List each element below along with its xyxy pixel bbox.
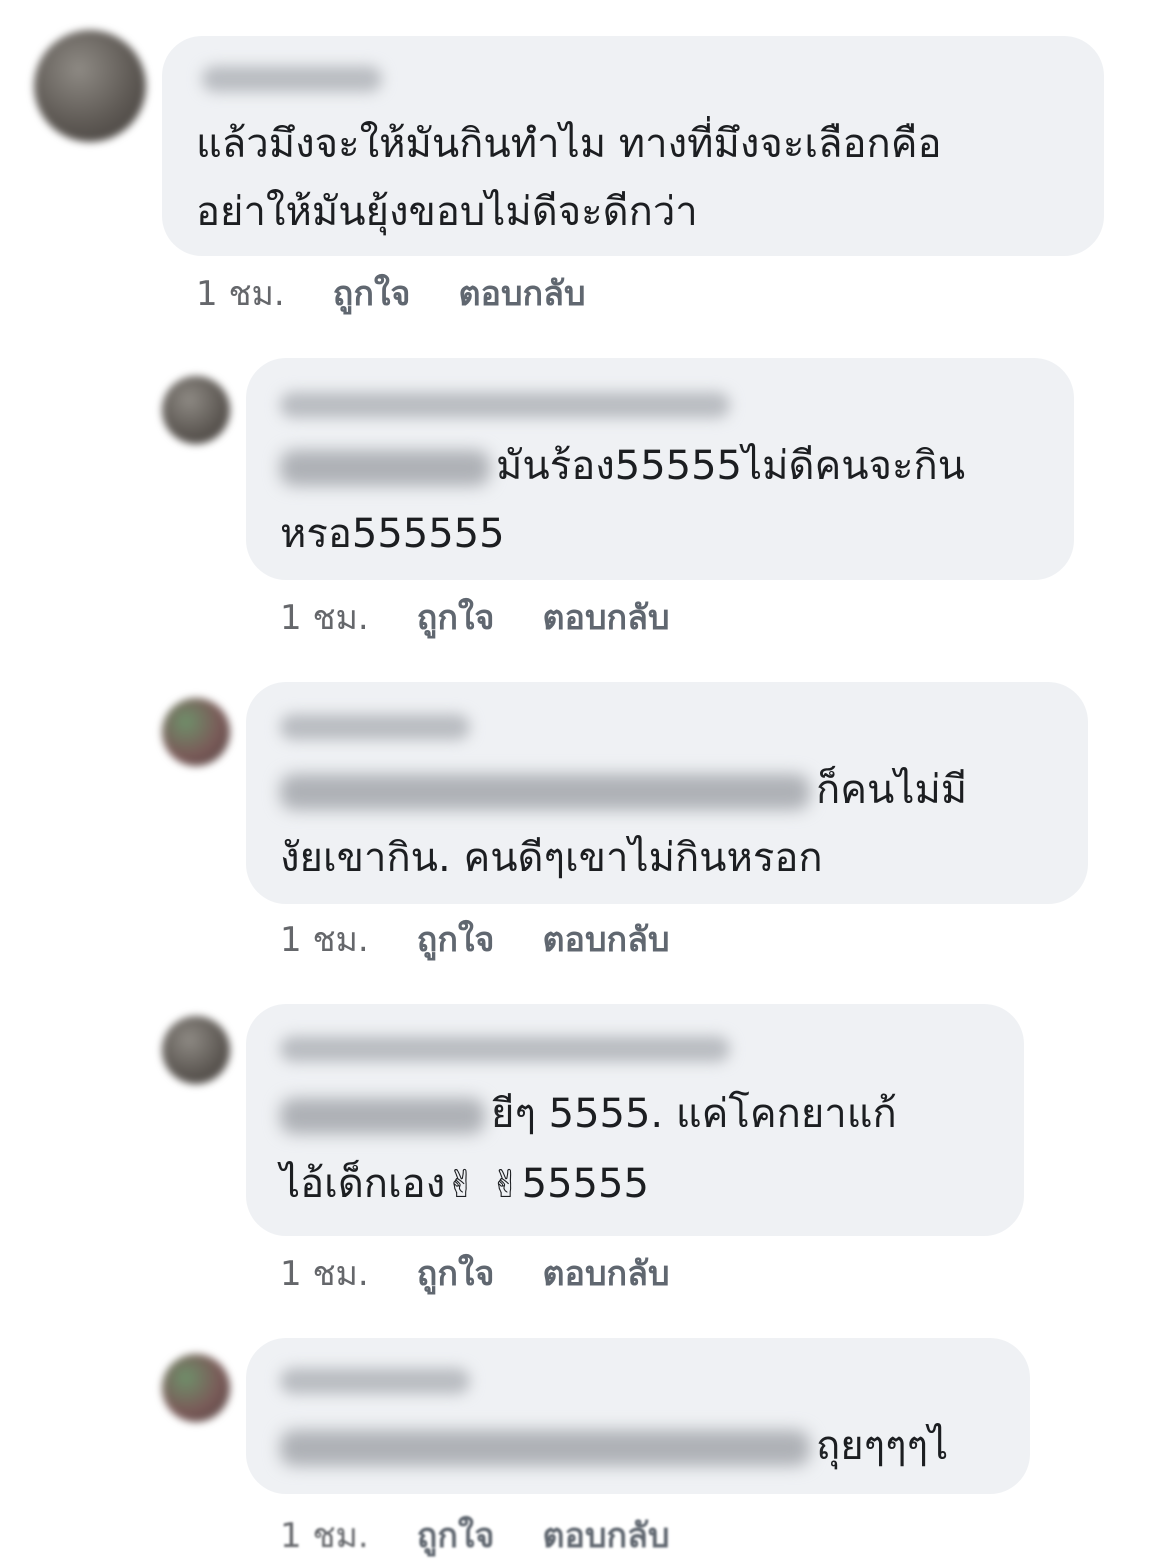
reply-button[interactable]: ตอบกลับ (542, 1246, 669, 1300)
reply-button[interactable]: ตอบกลับ (542, 912, 669, 966)
reply-button[interactable]: ตอบกลับ (542, 590, 669, 644)
comment-text-line: มันร้อง55555ไม่ดีคนจะกิน (280, 432, 965, 500)
comment-bubble: มันร้อง55555ไม่ดีคนจะกิน หรอ555555 (246, 358, 1074, 580)
comment-timestamp[interactable]: 1 ชม. (196, 266, 285, 320)
like-button[interactable]: ถูกใจ (417, 912, 495, 966)
commenter-name-blurred[interactable] (280, 1368, 470, 1394)
commenter-name-blurred[interactable] (280, 392, 730, 418)
comment-meta: 1 ชม. ถูกใจ ตอบกลับ (280, 1508, 718, 1562)
comment-meta: 1 ชม. ถูกใจ ตอบกลับ (280, 1246, 718, 1300)
comment-text: ไอ้เด็กเอง (280, 1161, 446, 1207)
mention-tag-blurred[interactable] (280, 774, 810, 810)
comment-text-line: ก็คนไม่มี (280, 756, 967, 824)
comment-bubble: ยีๆ 5555. แค่โคกยาแก้ ไอ้เด็กเอง✌ ✌55555 (246, 1004, 1024, 1236)
commenter-avatar[interactable] (34, 30, 146, 142)
comment-timestamp[interactable]: 1 ชม. (280, 1508, 369, 1562)
reply-button[interactable]: ตอบกลับ (542, 1508, 669, 1562)
like-button[interactable]: ถูกใจ (417, 590, 495, 644)
comment-text-line: แล้วมึงจะให้มันกินทำไม ทางที่มึงจะเลือกค… (196, 121, 942, 167)
reply-button[interactable]: ตอบกลับ (458, 266, 585, 320)
victory-hand-icon: ✌ (445, 1162, 478, 1206)
comment-text: มันร้อง55555ไม่ดีคนจะกิน (496, 443, 966, 489)
comment-bubble: ถุยๆๆๆไ (246, 1338, 1030, 1494)
commenter-avatar[interactable] (162, 1354, 230, 1422)
mention-tag-blurred[interactable] (280, 450, 490, 486)
comment-text-line: หรอ555555 (280, 511, 505, 557)
comment-text: 55555 (521, 1161, 649, 1207)
like-button[interactable]: ถูกใจ (333, 266, 411, 320)
like-button[interactable]: ถูกใจ (417, 1246, 495, 1300)
comment-meta: 1 ชม. ถูกใจ ตอบกลับ (280, 912, 718, 966)
like-button[interactable]: ถูกใจ (417, 1508, 495, 1562)
mention-tag-blurred[interactable] (280, 1098, 485, 1134)
comment-text: ถุยๆๆๆไ (816, 1423, 949, 1469)
comment-timestamp[interactable]: 1 ชม. (280, 1246, 369, 1300)
commenter-name-blurred[interactable] (280, 714, 470, 740)
commenter-name-blurred[interactable] (202, 66, 382, 92)
comment-text-line: งัยเขากิน. คนดีๆเขาไม่กินหรอก (280, 835, 823, 881)
comment-bubble: แล้วมึงจะให้มันกินทำไม ทางที่มึงจะเลือกค… (162, 36, 1104, 256)
commenter-avatar[interactable] (162, 1016, 230, 1084)
comment-text-line: อย่าให้มันยุ้งขอบไม่ดีจะดีกว่า (196, 189, 698, 235)
victory-hand-icon: ✌ (489, 1162, 522, 1206)
commenter-avatar[interactable] (162, 376, 230, 444)
comment-text-line: ยีๆ 5555. แค่โคกยาแก้ (280, 1080, 897, 1148)
comment-bubble: ก็คนไม่มี งัยเขากิน. คนดีๆเขาไม่กินหรอก (246, 682, 1088, 904)
comment-meta: 1 ชม. ถูกใจ ตอบกลับ (196, 266, 634, 320)
comment-timestamp[interactable]: 1 ชม. (280, 912, 369, 966)
commenter-name-blurred[interactable] (280, 1036, 730, 1062)
comment-meta: 1 ชม. ถูกใจ ตอบกลับ (280, 590, 718, 644)
mention-tag-blurred[interactable] (280, 1430, 810, 1466)
commenter-avatar[interactable] (162, 698, 230, 766)
comment-timestamp[interactable]: 1 ชม. (280, 590, 369, 644)
comment-text: ยีๆ 5555. แค่โคกยาแก้ (491, 1091, 897, 1137)
comment-text-line: ถุยๆๆๆไ (280, 1412, 948, 1480)
comment-text-line: ไอ้เด็กเอง✌ ✌55555 (280, 1150, 649, 1218)
comment-text: ก็คนไม่มี (816, 767, 968, 813)
